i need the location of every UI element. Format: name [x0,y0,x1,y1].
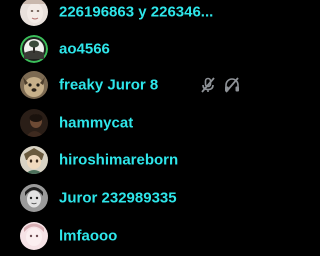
participant-name: lmfaooo [59,227,118,245]
participant-name: freaky Juror 8 [59,76,159,94]
avatar[interactable] [20,35,48,63]
voice-participant-list: 226196863 y 226346... ao4566 freaky Juro… [0,0,256,256]
participant-row[interactable]: freaky Juror 8 [0,67,256,103]
mic-off-icon [201,77,215,93]
avatar-dog-image [20,71,48,99]
avatar-dark-figure-image [20,109,48,137]
participant-name: Juror 232989335 [59,189,177,207]
avatar[interactable] [20,0,48,26]
avatar[interactable] [20,71,48,99]
participant-row[interactable]: Juror 232989335 [0,180,256,216]
avatar[interactable] [20,184,48,212]
avatar[interactable] [20,222,48,250]
avatar-tree-green-ring-image [20,35,48,63]
participant-name: hiroshimareborn [59,151,179,169]
participant-name: hammycat [59,114,134,132]
participant-row[interactable]: hammycat [0,105,256,141]
avatar-grayscale-face-image [20,184,48,212]
avatar[interactable] [20,146,48,174]
participant-row[interactable]: ao4566 [0,31,256,67]
headphones-off-icon [225,77,239,93]
avatar-pale-face-image [20,0,48,26]
avatar-anime-character-image [20,146,48,174]
participant-row[interactable]: 226196863 y 226346... [0,0,256,30]
participant-name: 226196863 y 226346... [59,3,214,21]
participant-row[interactable]: hiroshimareborn [0,142,256,178]
voice-status-icons [199,76,241,94]
avatar-pink-face-image [20,222,48,250]
avatar[interactable] [20,109,48,137]
participant-row[interactable]: lmfaooo [0,218,256,254]
participant-name: ao4566 [59,40,110,58]
